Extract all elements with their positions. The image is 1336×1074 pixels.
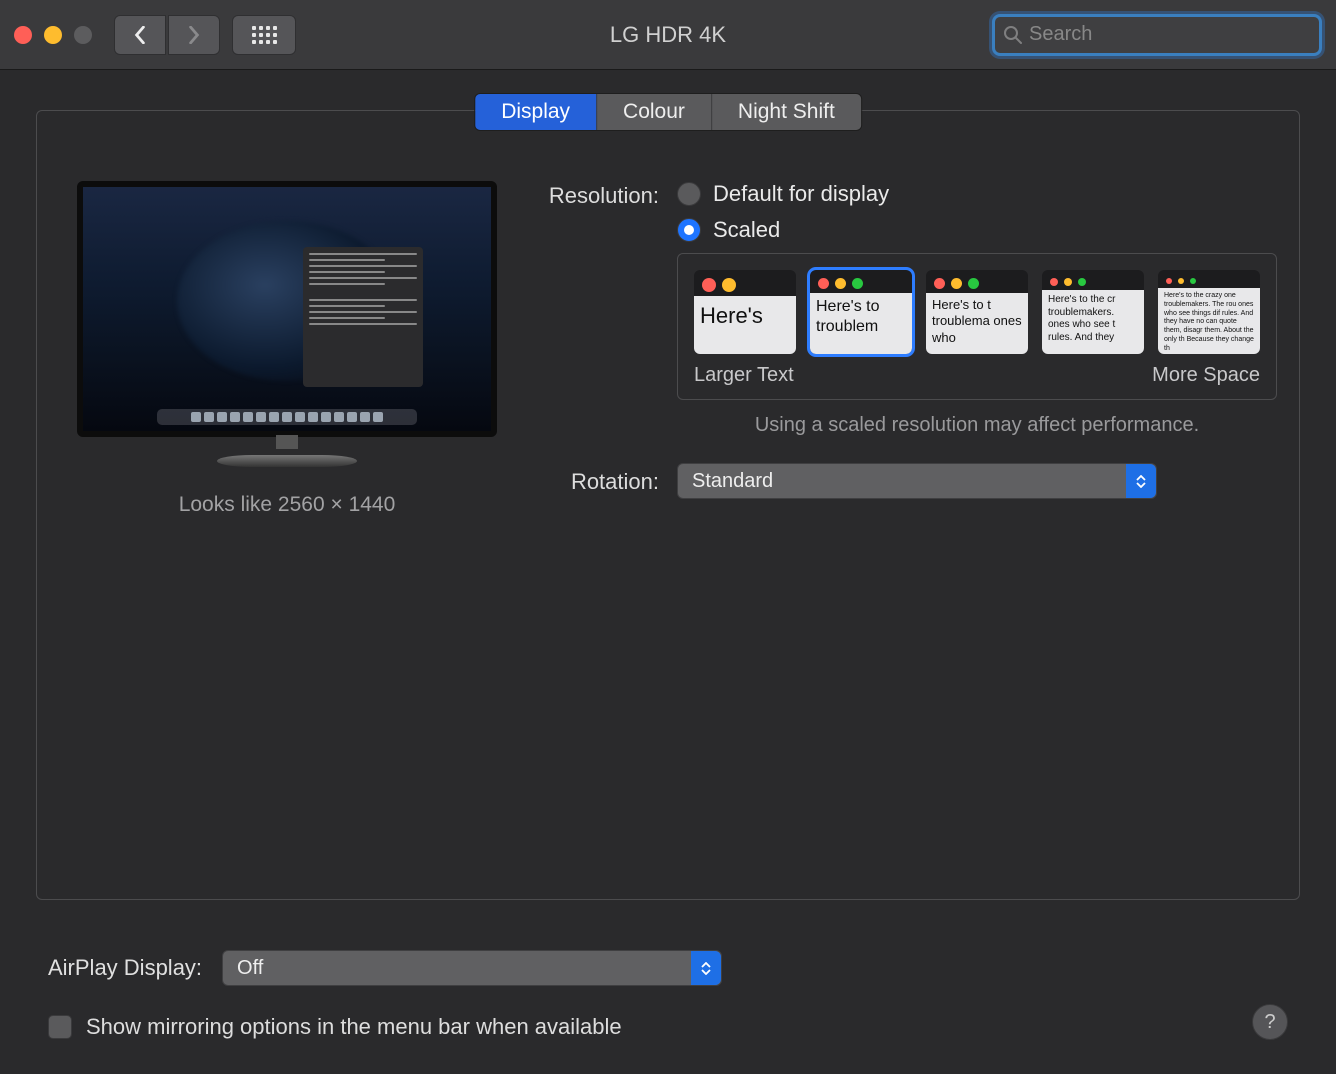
tab-display[interactable]: Display bbox=[475, 94, 597, 130]
settings-panel: Display Colour Night Shift bbox=[36, 110, 1300, 900]
resolution-option-1[interactable]: Here's bbox=[694, 270, 796, 354]
select-arrows-icon bbox=[691, 951, 721, 985]
tab-colour[interactable]: Colour bbox=[597, 94, 712, 130]
radio-label: Scaled bbox=[713, 217, 780, 243]
tab-bar: Display Colour Night Shift bbox=[474, 93, 862, 131]
airplay-select[interactable]: Off bbox=[222, 950, 722, 986]
resolution-option-2[interactable]: Here's to troublem bbox=[810, 270, 912, 354]
radio-default-for-display[interactable]: Default for display bbox=[677, 181, 1277, 207]
tab-night-shift[interactable]: Night Shift bbox=[712, 94, 861, 130]
search-icon bbox=[1003, 25, 1023, 45]
resolution-option-5[interactable]: Here's to the crazy one troublemakers. T… bbox=[1158, 270, 1260, 354]
rotation-label: Rotation: bbox=[537, 467, 677, 495]
resolution-label: Resolution: bbox=[537, 181, 677, 209]
select-arrows-icon bbox=[1126, 464, 1156, 498]
mirroring-checkbox[interactable] bbox=[48, 1015, 72, 1039]
help-button[interactable]: ? bbox=[1252, 1004, 1288, 1040]
airplay-value: Off bbox=[237, 957, 263, 980]
help-icon: ? bbox=[1264, 1011, 1275, 1034]
search-field-wrapper[interactable] bbox=[992, 14, 1322, 56]
more-space-label: More Space bbox=[1152, 364, 1260, 387]
mirroring-label: Show mirroring options in the menu bar w… bbox=[86, 1014, 622, 1040]
resolution-option-4[interactable]: Here's to the cr troublemakers. ones who… bbox=[1042, 270, 1144, 354]
radio-scaled[interactable]: Scaled bbox=[677, 217, 1277, 243]
display-preview: Looks like 2560 × 1440 bbox=[77, 181, 497, 519]
resolution-preview-label: Looks like 2560 × 1440 bbox=[77, 493, 497, 517]
rotation-value: Standard bbox=[692, 470, 773, 493]
scaled-resolution-picker: Here's Here's to troublem Here's to t tr… bbox=[677, 253, 1277, 400]
search-input[interactable] bbox=[1023, 23, 1311, 46]
scaled-resolution-note: Using a scaled resolution may affect per… bbox=[677, 414, 1277, 437]
footer: AirPlay Display: Off Show mirroring opti… bbox=[0, 950, 1336, 1040]
larger-text-label: Larger Text bbox=[694, 364, 794, 387]
airplay-label: AirPlay Display: bbox=[48, 955, 202, 981]
titlebar: LG HDR 4K bbox=[0, 0, 1336, 70]
radio-icon bbox=[677, 182, 701, 206]
radio-label: Default for display bbox=[713, 181, 889, 207]
rotation-select[interactable]: Standard bbox=[677, 463, 1157, 499]
monitor-icon bbox=[77, 181, 497, 437]
resolution-option-3[interactable]: Here's to t troublema ones who bbox=[926, 270, 1028, 354]
radio-icon bbox=[677, 218, 701, 242]
